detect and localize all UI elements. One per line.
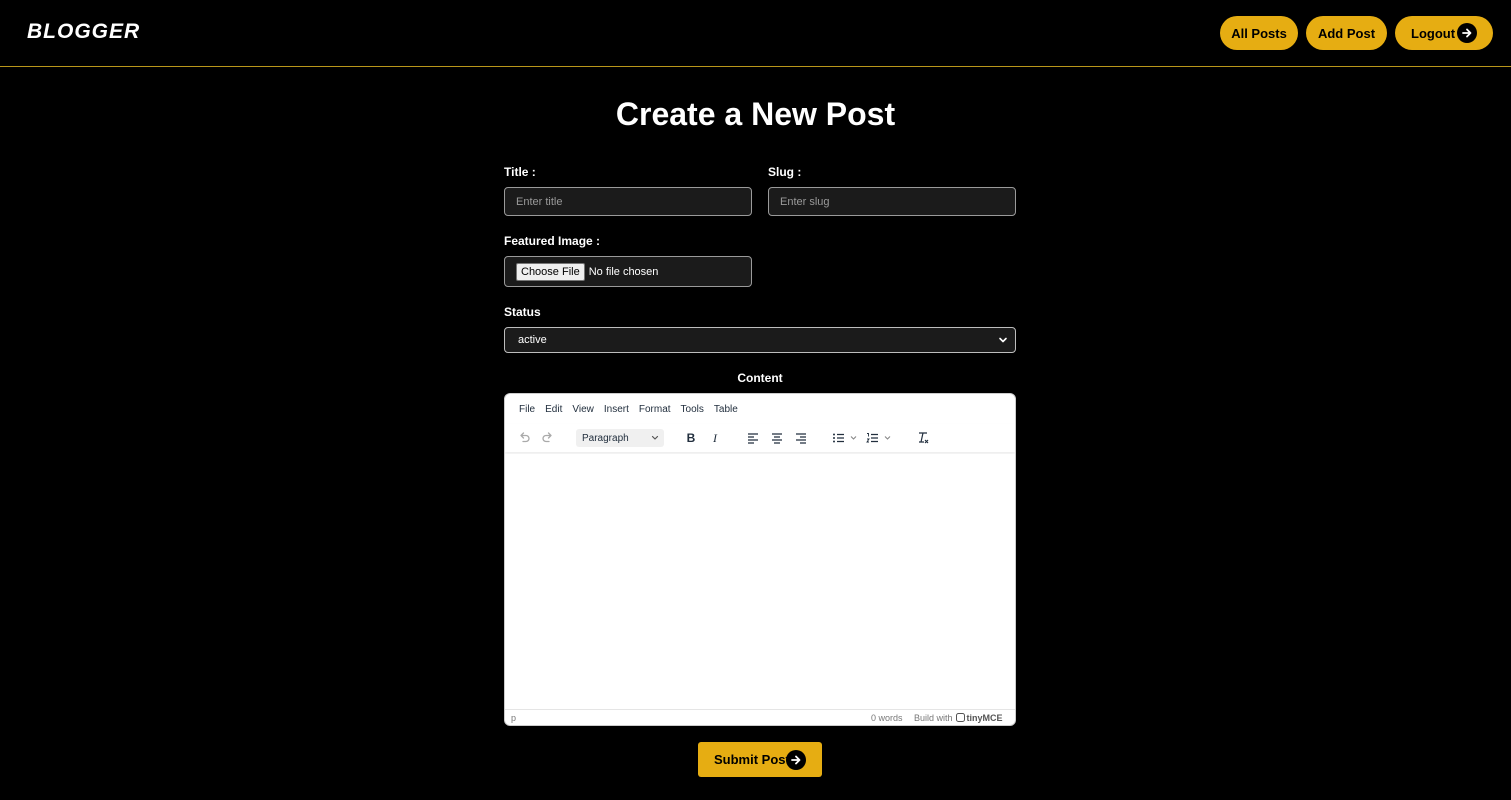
block-format-select[interactable]: Paragraph bbox=[576, 429, 664, 447]
editor-toolbar: Paragraph B I bbox=[505, 424, 1015, 452]
build-with-text: Build with bbox=[914, 712, 953, 723]
word-count[interactable]: 0 words bbox=[871, 713, 903, 723]
featured-image-file-input[interactable]: Choose File No file chosen bbox=[504, 256, 752, 287]
menu-file[interactable]: File bbox=[514, 404, 540, 415]
menu-table[interactable]: Table bbox=[709, 404, 743, 415]
undo-icon[interactable] bbox=[516, 430, 532, 446]
arrow-right-icon bbox=[786, 749, 806, 770]
choose-file-button[interactable]: Choose File bbox=[516, 262, 585, 281]
editor-content-area[interactable] bbox=[505, 454, 1015, 709]
menu-tools[interactable]: Tools bbox=[676, 404, 709, 415]
tinymce-brand-text: tinyMCE bbox=[966, 712, 1003, 723]
rich-text-editor: File Edit View Insert Format Tools Table… bbox=[504, 393, 1016, 726]
status-label: Status bbox=[504, 305, 541, 319]
chevron-down-icon bbox=[998, 335, 1008, 348]
submit-post-button[interactable]: Submit Post bbox=[698, 742, 822, 777]
tinymce-icon bbox=[955, 713, 965, 722]
redo-icon[interactable] bbox=[540, 430, 556, 446]
all-posts-button[interactable]: All Posts bbox=[1220, 16, 1298, 50]
logout-button[interactable]: Logout bbox=[1395, 16, 1493, 50]
status-select[interactable]: active bbox=[504, 327, 1016, 353]
submit-post-label: Submit Post bbox=[714, 752, 790, 767]
title-input[interactable] bbox=[504, 187, 752, 216]
arrow-right-icon bbox=[1457, 23, 1477, 43]
menu-view[interactable]: View bbox=[567, 404, 599, 415]
all-posts-label: All Posts bbox=[1231, 25, 1287, 41]
clear-formatting-icon[interactable] bbox=[915, 430, 931, 446]
align-center-icon[interactable] bbox=[769, 430, 785, 446]
page-title: Create a New Post bbox=[615, 96, 896, 132]
editor-menubar: File Edit View Insert Format Tools Table bbox=[505, 394, 1015, 424]
slug-label: Slug : bbox=[768, 165, 802, 179]
file-status-text: No file chosen bbox=[588, 265, 659, 278]
bullet-list-icon[interactable] bbox=[831, 430, 861, 446]
add-post-button[interactable]: Add Post bbox=[1306, 16, 1387, 50]
content-label: Content bbox=[737, 371, 783, 385]
align-right-icon[interactable] bbox=[793, 430, 809, 446]
build-with-credit[interactable]: Build with tinyMCE bbox=[914, 713, 1003, 723]
brand-logo[interactable]: BLOGGER bbox=[27, 20, 140, 44]
align-left-icon[interactable] bbox=[745, 430, 761, 446]
menu-edit[interactable]: Edit bbox=[540, 404, 567, 415]
logout-label: Logout bbox=[1411, 25, 1456, 41]
featured-image-label: Featured Image : bbox=[504, 234, 601, 248]
menu-insert[interactable]: Insert bbox=[599, 404, 634, 415]
element-path[interactable]: p bbox=[511, 713, 516, 723]
chevron-down-icon bbox=[651, 434, 659, 445]
status-selected-value: active bbox=[518, 334, 547, 346]
slug-input[interactable] bbox=[768, 187, 1016, 216]
numbered-list-icon[interactable] bbox=[865, 430, 895, 446]
menu-format[interactable]: Format bbox=[634, 404, 676, 415]
italic-icon[interactable]: I bbox=[707, 430, 723, 446]
block-format-value: Paragraph bbox=[582, 432, 629, 444]
top-navbar: BLOGGER All Posts Add Post Logout bbox=[0, 0, 1511, 67]
title-label: Title : bbox=[504, 165, 536, 179]
editor-statusbar: p 0 words Build with tinyMCE bbox=[505, 709, 1015, 725]
bold-icon[interactable]: B bbox=[683, 430, 699, 446]
add-post-label: Add Post bbox=[1317, 25, 1376, 41]
tinymce-logo: tinyMCE bbox=[955, 712, 1003, 723]
